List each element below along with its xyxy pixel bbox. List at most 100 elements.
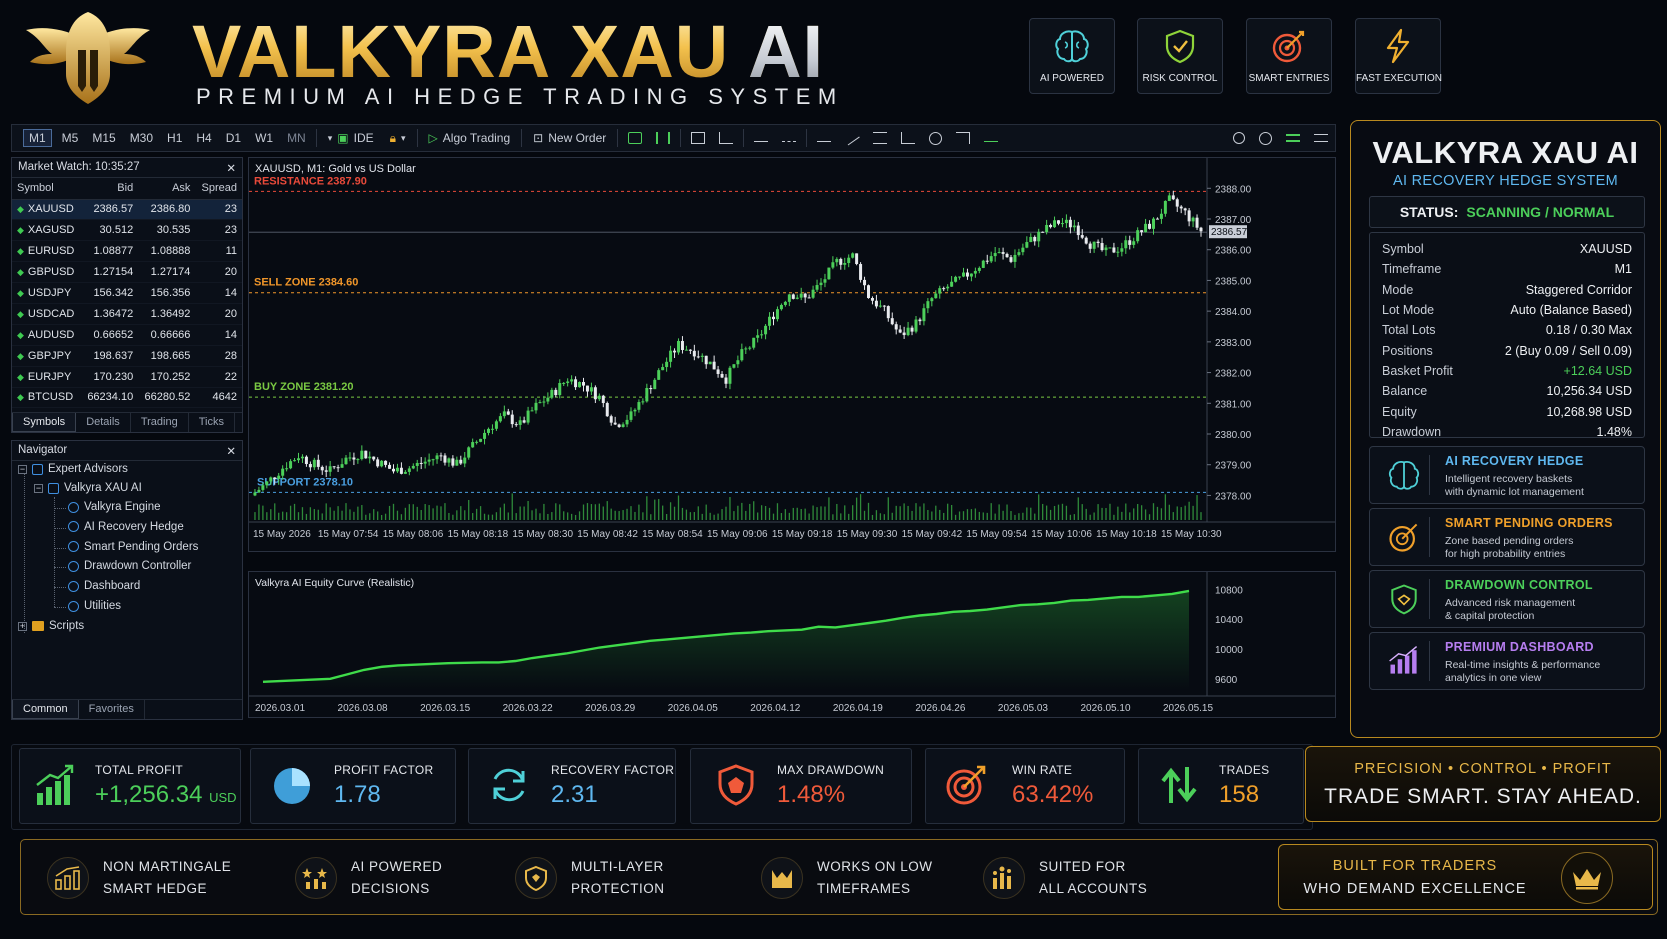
column-header[interactable]: Spread xyxy=(195,178,242,200)
cell-text: USDJPY xyxy=(27,287,72,299)
algo-trading-button[interactable]: ▷ Algo Trading xyxy=(421,131,519,145)
table-row[interactable]: ◆ USDJPY 156.342 156.356 14 xyxy=(12,282,242,304)
timeframe-m1[interactable]: M1 xyxy=(23,129,52,147)
zoom-icon[interactable] xyxy=(691,132,706,144)
fibonacci-tool-icon[interactable] xyxy=(873,132,888,144)
tree-item[interactable]: Drawdown Controller xyxy=(68,560,191,572)
card-desc: Real-time insights & performance xyxy=(1445,659,1601,671)
candle-body xyxy=(1053,220,1057,228)
arrow-tool-icon[interactable] xyxy=(782,135,797,142)
settings-icon[interactable] xyxy=(1314,134,1328,142)
tree-item[interactable]: Valkyra Engine xyxy=(68,501,161,513)
candlestick-chart[interactable]: XAUUSD, M1: Gold vs US Dollar 2388.00 2387… xyxy=(249,158,1335,551)
tab-favorites[interactable]: Favorites xyxy=(79,700,145,719)
tree-valkyra-xau-ai[interactable]: − Valkyra XAU AI xyxy=(34,482,142,494)
tree-item[interactable]: Dashboard xyxy=(68,580,140,592)
indicator-icon[interactable] xyxy=(984,135,999,142)
pitchfork-tool-icon[interactable] xyxy=(901,132,916,144)
timeframe-mn[interactable]: MN xyxy=(280,131,313,145)
search-icon[interactable] xyxy=(1233,132,1245,144)
candle-body xyxy=(1037,231,1041,242)
equity-chart-panel: Valkyra AI Equity Curve (Realistic) 10800… xyxy=(248,571,1336,718)
close-icon[interactable]: ✕ xyxy=(226,161,236,175)
cell-text: 11 xyxy=(225,245,237,258)
tab-common[interactable]: Common xyxy=(12,700,79,719)
account-icon[interactable] xyxy=(1259,131,1272,145)
ea-module-icon xyxy=(68,521,79,533)
table-row[interactable]: ◆ XAGUSD 30.512 30.535 23 xyxy=(12,219,242,242)
slogan-box: PRECISION • CONTROL • PROFIT TRADE SMART… xyxy=(1305,746,1661,822)
candle-body xyxy=(403,471,407,474)
timeframe-w1[interactable]: W1 xyxy=(248,131,280,145)
stat-label: TOTAL PROFIT xyxy=(95,763,184,777)
tab-trading[interactable]: Trading xyxy=(131,413,189,432)
param-row: Drawdown 1.48% xyxy=(1382,422,1632,442)
param-key: Timeframe xyxy=(1382,262,1442,277)
shapes-tool-icon[interactable] xyxy=(929,131,943,145)
table-row[interactable]: ◆ XAUUSD 2386.57 2386.80 23 xyxy=(12,199,242,221)
table-row[interactable]: ◆ BTCUSD 66234.10 66280.52 4642 xyxy=(12,387,242,409)
ide-button[interactable]: ▾ ▣ IDE xyxy=(320,131,382,145)
timeframe-m30[interactable]: M30 xyxy=(123,131,160,145)
hline-tool-icon[interactable] xyxy=(817,135,832,142)
candle-body xyxy=(1068,219,1072,228)
stat-value: 158 xyxy=(1219,781,1260,808)
candle-body xyxy=(977,267,981,271)
table-row[interactable]: ◆ GBPUSD 1.27154 1.27174 20 xyxy=(12,261,242,284)
cell-text: 1.27154 xyxy=(93,266,134,279)
x-tick-label: 15 May 08:30 xyxy=(512,529,573,540)
close-icon[interactable]: ✕ xyxy=(226,444,236,458)
column-header[interactable]: Symbol xyxy=(12,178,81,200)
signals-icon[interactable] xyxy=(1286,134,1300,142)
table-row[interactable]: ◆ EURUSD 1.08877 1.08888 11 xyxy=(12,240,242,263)
column-header[interactable]: Ask xyxy=(138,178,196,200)
tree-item[interactable]: Smart Pending Orders xyxy=(68,541,198,553)
market-watch-title: Market Watch: 10:35:27 xyxy=(18,161,140,173)
table-row[interactable]: ◆ AUDUSD 0.66652 0.66666 14 xyxy=(12,324,242,346)
cell-text: 198.637 xyxy=(93,349,134,362)
cell-text: 2386.80 xyxy=(150,203,191,216)
new-order-button[interactable]: ⊡ New Order xyxy=(525,131,614,145)
x-tick-label: 2026.05.10 xyxy=(1080,703,1130,714)
lock-button[interactable]: 🔒︎ ▾ xyxy=(382,131,414,146)
candle-body xyxy=(870,298,874,301)
timeframe-m15[interactable]: M15 xyxy=(85,131,122,145)
candle-body xyxy=(724,377,728,384)
table-row[interactable]: ◆ USDCAD 1.36472 1.36492 20 xyxy=(12,303,242,325)
timeframe-h1[interactable]: H1 xyxy=(160,131,189,145)
cursor-tool-icon[interactable] xyxy=(956,132,971,144)
timeframe-h4[interactable]: H4 xyxy=(189,131,218,145)
table-cell: 28 xyxy=(195,345,242,367)
candle-body xyxy=(704,355,708,365)
table-cell: 23 xyxy=(195,219,242,242)
timeframe-d1[interactable]: D1 xyxy=(219,131,248,145)
chart-type-icon[interactable] xyxy=(628,132,643,144)
y-tick-label: 2386.00 xyxy=(1215,246,1252,257)
candle-body xyxy=(1155,218,1159,220)
candle-body xyxy=(819,282,823,286)
param-key: Positions xyxy=(1382,343,1433,358)
tab-details[interactable]: Details xyxy=(76,413,131,432)
tree-item[interactable]: Utilities xyxy=(68,600,121,612)
tree-scripts[interactable]: + Scripts xyxy=(18,620,84,632)
tab-ticks[interactable]: Ticks xyxy=(189,413,235,432)
bar-chart-icon[interactable] xyxy=(656,132,671,144)
tab-symbols[interactable]: Symbols xyxy=(12,413,77,432)
table-row[interactable]: ◆ GBPJPY 198.637 198.665 28 xyxy=(12,345,242,367)
line-tool-icon[interactable] xyxy=(754,135,769,142)
shield-warning-icon xyxy=(718,764,754,806)
timeframe-m5[interactable]: M5 xyxy=(55,131,86,145)
candle-body xyxy=(277,475,281,479)
cell-text: 23 xyxy=(224,224,237,237)
tree-item[interactable]: AI Recovery Hedge xyxy=(68,521,184,533)
crosshair-icon[interactable] xyxy=(719,132,734,144)
table-cell: ◆ USDJPY xyxy=(12,282,81,304)
price-chart-panel[interactable]: XAUUSD, M1: Gold vs US Dollar 2388.00 2387… xyxy=(248,157,1336,552)
trendline-tool-icon[interactable] xyxy=(844,131,860,145)
candle-body xyxy=(906,327,910,336)
candle-body xyxy=(308,464,312,468)
ea-icon xyxy=(48,482,59,494)
tree-expert-advisors[interactable]: − Expert Advisors xyxy=(18,463,128,475)
table-row[interactable]: ◆ EURJPY 170.230 170.252 22 xyxy=(12,366,242,388)
column-header[interactable]: Bid xyxy=(80,178,139,200)
